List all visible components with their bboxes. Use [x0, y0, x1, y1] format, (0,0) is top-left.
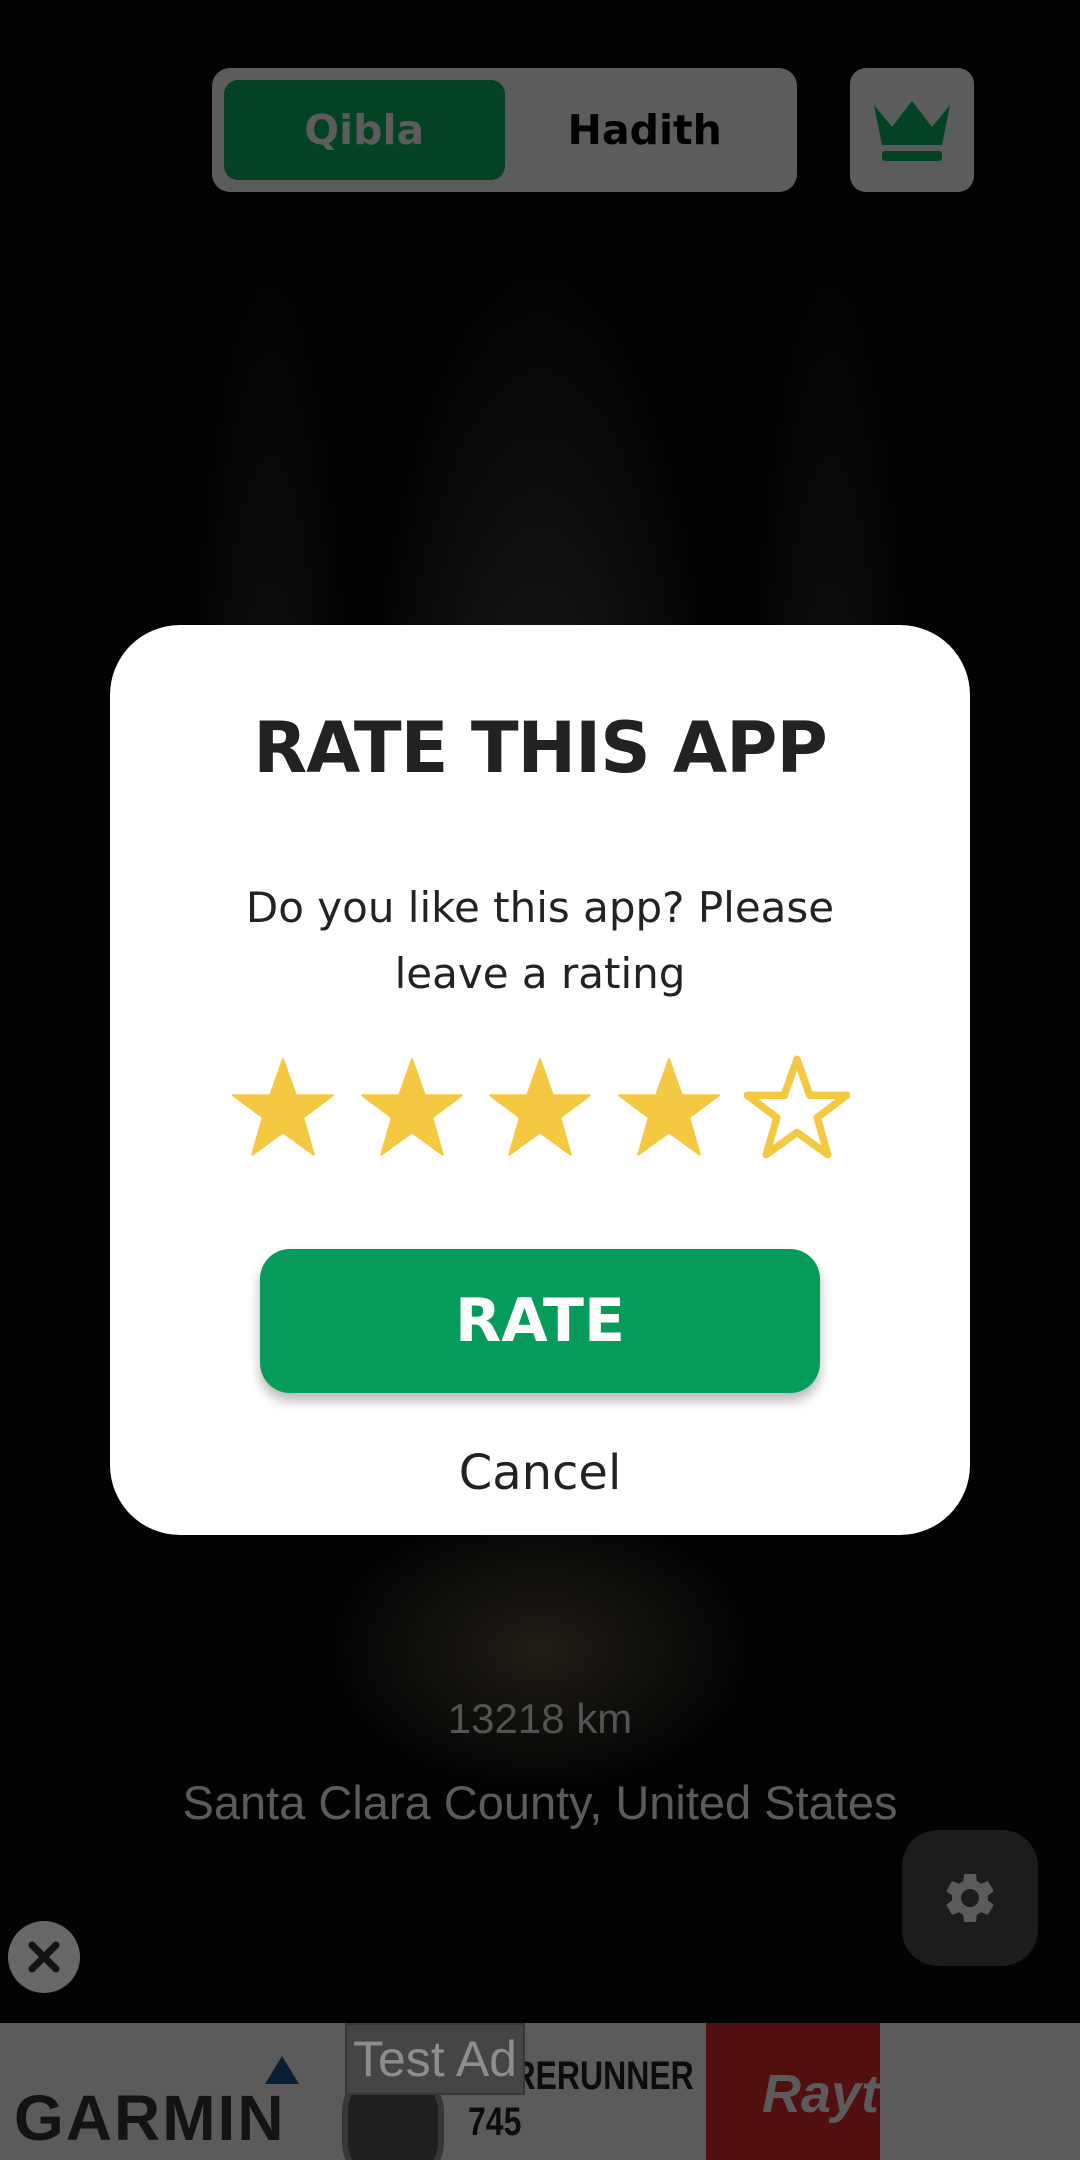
star-rating	[230, 1053, 850, 1163]
rate-dialog: RATE THIS APP Do you like this app? Plea…	[110, 625, 970, 1535]
star-1-icon[interactable]	[230, 1055, 336, 1161]
rate-button[interactable]: RATE	[260, 1249, 820, 1393]
star-4-icon[interactable]	[616, 1055, 722, 1161]
star-2-icon[interactable]	[359, 1055, 465, 1161]
dialog-message: Do you like this app? Please leave a rat…	[245, 883, 835, 998]
star-3-icon[interactable]	[487, 1055, 593, 1161]
dialog-title: RATE THIS APP	[253, 707, 828, 789]
cancel-button[interactable]: Cancel	[110, 1445, 970, 1501]
star-5-icon[interactable]	[744, 1055, 850, 1161]
